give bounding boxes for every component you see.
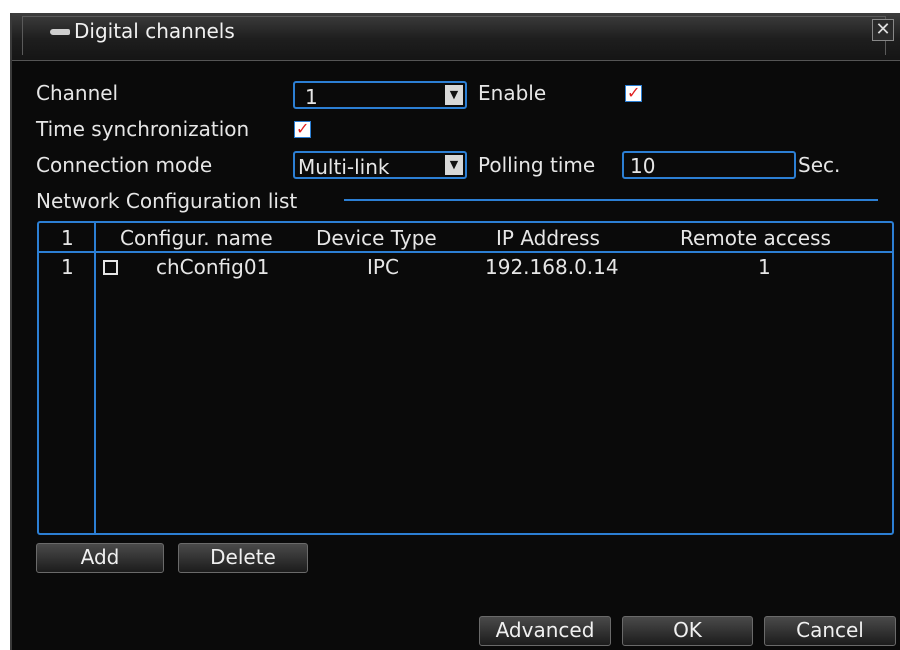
table-column-divider	[94, 223, 96, 533]
row-config-name: chConfig01	[156, 255, 270, 279]
polling-time-label: Polling time	[478, 153, 596, 177]
time-sync-label: Time synchronization	[36, 117, 250, 141]
enable-label: Enable	[478, 81, 547, 105]
connection-mode-label: Connection mode	[36, 153, 213, 177]
digital-channels-dialog: Digital channels ✕ Channel 1 ▼ Enable ✓ …	[10, 13, 900, 650]
row-index: 1	[61, 255, 74, 279]
polling-unit-label: Sec.	[798, 153, 841, 177]
channel-label: Channel	[36, 81, 119, 105]
chevron-down-icon: ▼	[445, 85, 463, 105]
cancel-button[interactable]: Cancel	[764, 616, 896, 646]
menu-pill-icon	[50, 29, 70, 35]
close-button[interactable]: ✕	[872, 19, 894, 41]
header-remote-access[interactable]: Remote access	[680, 226, 831, 250]
header-ip-address[interactable]: IP Address	[496, 226, 600, 250]
time-sync-checkbox[interactable]: ✓	[294, 119, 311, 138]
enable-checkbox[interactable]: ✓	[625, 83, 642, 102]
header-config-name[interactable]: Configur. name	[120, 226, 273, 250]
title-bar: Digital channels ✕	[12, 13, 900, 61]
check-icon: ✓	[296, 119, 310, 138]
check-icon: ✓	[627, 83, 641, 102]
polling-time-input[interactable]: 10	[622, 151, 796, 179]
network-config-table: 1 Configur. name Device Type IP Address …	[37, 221, 894, 535]
chevron-down-icon: ▼	[445, 155, 463, 175]
connection-mode-value: Multi-link	[298, 155, 390, 179]
row-remote-access: 1	[758, 255, 771, 279]
header-index: 1	[61, 226, 74, 250]
channel-value: 1	[305, 85, 318, 109]
row-device-type: IPC	[367, 255, 399, 279]
add-button[interactable]: Add	[36, 543, 164, 573]
add-button-label: Add	[80, 545, 120, 569]
delete-button[interactable]: Delete	[178, 543, 308, 573]
ok-button-label: OK	[673, 618, 702, 642]
close-icon: ✕	[875, 19, 891, 40]
cancel-button-label: Cancel	[796, 618, 864, 642]
network-list-label: Network Configuration list	[36, 189, 298, 213]
advanced-button-label: Advanced	[495, 618, 595, 642]
header-device-type[interactable]: Device Type	[316, 226, 437, 250]
row-checkbox[interactable]	[103, 260, 118, 275]
delete-button-label: Delete	[210, 545, 276, 569]
table-header-divider	[39, 251, 892, 253]
row-ip-address: 192.168.0.14	[485, 255, 619, 279]
polling-time-value: 10	[630, 154, 656, 178]
channel-dropdown[interactable]: 1 ▼	[293, 81, 467, 109]
dialog-title: Digital channels	[74, 19, 235, 43]
advanced-button[interactable]: Advanced	[479, 616, 611, 646]
section-divider	[344, 199, 878, 201]
ok-button[interactable]: OK	[622, 616, 753, 646]
connection-mode-dropdown[interactable]: Multi-link ▼	[293, 151, 467, 179]
